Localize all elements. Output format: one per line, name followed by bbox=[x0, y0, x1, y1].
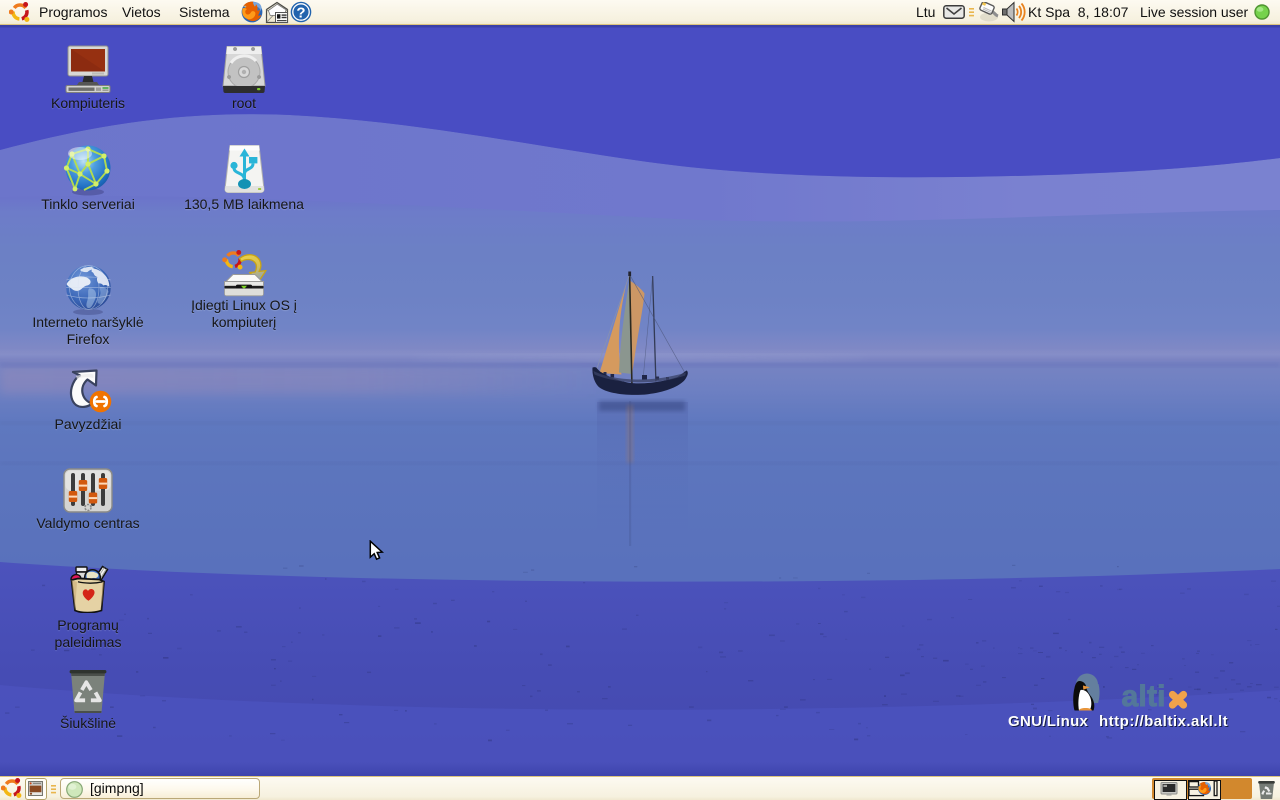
svg-text:?: ? bbox=[296, 4, 305, 21]
svg-text:alti: alti bbox=[1122, 680, 1166, 713]
